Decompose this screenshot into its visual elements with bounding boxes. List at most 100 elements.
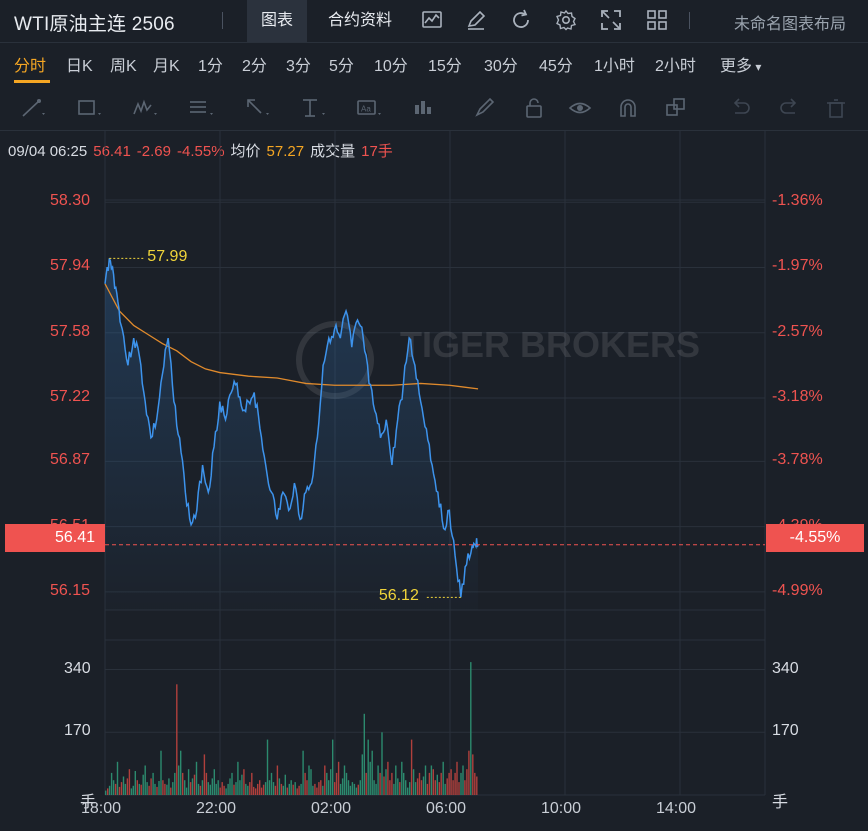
period-1[interactable]: 日K bbox=[66, 52, 93, 76]
period-12[interactable]: 1小时 bbox=[594, 52, 635, 76]
volume-bar bbox=[213, 769, 215, 795]
refresh-icon[interactable] bbox=[509, 8, 533, 32]
volume-unit-right: 手 bbox=[772, 794, 789, 811]
period-7[interactable]: 5分 bbox=[329, 52, 354, 76]
volume-bar bbox=[124, 783, 127, 795]
magnet-icon[interactable] bbox=[616, 96, 642, 120]
volume-bar bbox=[146, 782, 148, 795]
undo-icon[interactable] bbox=[728, 96, 754, 120]
volume-bar bbox=[225, 788, 227, 795]
volume-bar bbox=[474, 772, 476, 795]
tab-chart[interactable]: 图表 bbox=[247, 0, 308, 42]
volume-bar bbox=[237, 761, 239, 795]
volume-bar bbox=[381, 732, 383, 795]
volume-bar bbox=[314, 783, 316, 795]
grid-icon[interactable] bbox=[645, 8, 669, 32]
volume-bar bbox=[383, 776, 385, 795]
eye-icon[interactable] bbox=[568, 96, 594, 120]
volume-bar bbox=[460, 772, 462, 795]
lock-icon[interactable] bbox=[522, 96, 548, 120]
volume-bar bbox=[255, 788, 257, 795]
period-11[interactable]: 45分 bbox=[539, 52, 573, 76]
candle-tool-icon[interactable] bbox=[412, 96, 438, 120]
volume-bar bbox=[476, 776, 478, 795]
volume-bar bbox=[403, 772, 405, 795]
current-pct-box: -4.55% bbox=[766, 524, 864, 552]
measure-tool-icon[interactable] bbox=[300, 96, 326, 120]
volume-tick-right: 170 bbox=[772, 722, 799, 740]
period-5[interactable]: 2分 bbox=[242, 52, 267, 76]
volume-bar bbox=[339, 783, 342, 795]
period-9[interactable]: 15分 bbox=[428, 52, 462, 76]
time-tick: 06:00 bbox=[426, 800, 467, 817]
layers-icon[interactable] bbox=[664, 96, 690, 120]
volume-bar bbox=[120, 782, 123, 795]
volume-bar bbox=[233, 784, 235, 795]
period-13[interactable]: 2小时 bbox=[655, 52, 696, 76]
volume-bar bbox=[322, 785, 324, 795]
pct-tick-right: -1.97% bbox=[772, 257, 823, 275]
volume-bar bbox=[464, 780, 466, 795]
volume-bar bbox=[110, 772, 113, 795]
volume-bar bbox=[430, 765, 433, 795]
volume-bar bbox=[300, 783, 302, 795]
watermark-text: TIGER BROKERS bbox=[400, 324, 700, 365]
wave-tool-icon[interactable] bbox=[132, 96, 158, 120]
fib-tool-icon[interactable] bbox=[188, 96, 214, 120]
volume-bar bbox=[359, 780, 361, 795]
volume-bar bbox=[251, 772, 253, 795]
settings-icon[interactable] bbox=[554, 8, 578, 32]
arrow-tool-icon[interactable] bbox=[244, 96, 270, 120]
volume-bar bbox=[154, 783, 156, 795]
volume-bar bbox=[361, 754, 363, 795]
chevron-down-icon: ▾ bbox=[752, 60, 762, 74]
volume-bar bbox=[347, 780, 350, 795]
volume-bar bbox=[298, 785, 300, 795]
quote-price: 56.41 bbox=[93, 143, 131, 160]
period-2[interactable]: 周K bbox=[110, 52, 137, 76]
period-4[interactable]: 1分 bbox=[198, 52, 223, 76]
volume-bar bbox=[389, 780, 391, 795]
volume-bar bbox=[442, 761, 444, 795]
top-header: WTI原油主连 2506 图表 合约资料 未命名图表布局 bbox=[0, 0, 868, 43]
period-8[interactable]: 10分 bbox=[374, 52, 408, 76]
volume-bar bbox=[458, 782, 460, 795]
rect-tool-icon[interactable] bbox=[76, 96, 102, 120]
period-10[interactable]: 30分 bbox=[484, 52, 518, 76]
volume-bar bbox=[355, 787, 358, 795]
volume-tick-right: 340 bbox=[772, 659, 799, 677]
period-6[interactable]: 3分 bbox=[286, 52, 311, 76]
volume-bar bbox=[420, 780, 423, 795]
volume-bar bbox=[410, 739, 413, 795]
chart-icon[interactable] bbox=[420, 8, 444, 32]
volume-bar bbox=[189, 782, 192, 795]
brush-icon[interactable] bbox=[472, 96, 498, 120]
trash-icon[interactable] bbox=[824, 96, 850, 120]
fullscreen-icon[interactable] bbox=[599, 8, 623, 32]
edit-icon[interactable] bbox=[464, 8, 488, 32]
redo-icon[interactable] bbox=[776, 96, 802, 120]
volume-bar bbox=[148, 785, 150, 795]
volume-bar bbox=[422, 776, 425, 795]
period-3[interactable]: 月K bbox=[153, 52, 180, 76]
volume-bar bbox=[369, 761, 371, 795]
volume-bar bbox=[335, 772, 338, 795]
divider bbox=[689, 12, 690, 29]
period-0[interactable]: 分时 bbox=[14, 52, 46, 76]
period-14[interactable]: 更多 ▾ bbox=[720, 52, 761, 76]
volume-bar bbox=[367, 739, 369, 795]
price-tick-left: 58.30 bbox=[50, 192, 91, 210]
volume-bar bbox=[330, 769, 332, 795]
volume-bar bbox=[249, 782, 251, 795]
volume-bar bbox=[201, 780, 204, 795]
tab-contract-info[interactable]: 合约资料 bbox=[314, 0, 406, 42]
line-tool-icon[interactable] bbox=[20, 96, 46, 120]
volume-bar bbox=[243, 769, 245, 795]
volume-bar bbox=[414, 782, 417, 795]
layout-selector[interactable]: 未命名图表布局 bbox=[734, 10, 846, 34]
volume-bar bbox=[266, 739, 269, 795]
text-tool-icon[interactable]: Aa bbox=[356, 96, 382, 120]
volume-bar bbox=[197, 783, 200, 795]
pct-tick-right: -2.57% bbox=[772, 322, 823, 340]
volume-bar bbox=[351, 782, 354, 795]
